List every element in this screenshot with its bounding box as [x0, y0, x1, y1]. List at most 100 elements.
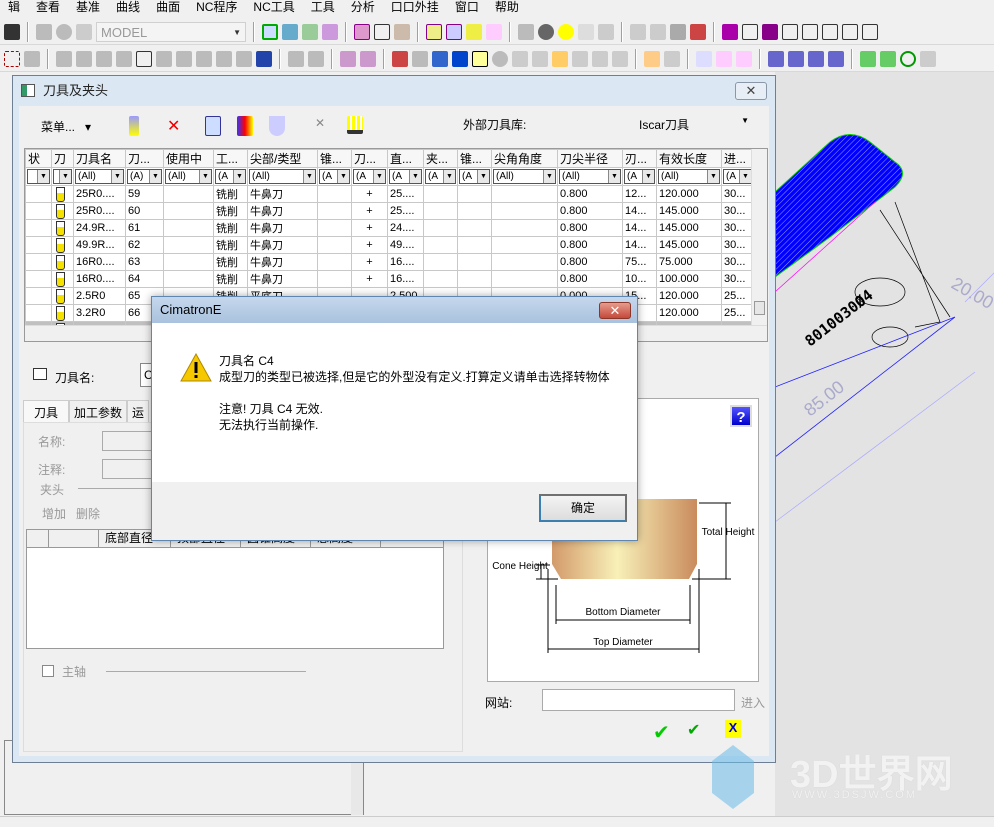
column-header[interactable]: 工...: [213, 149, 248, 168]
axis4-icon[interactable]: [828, 50, 844, 67]
menu-item[interactable]: 辑: [0, 0, 28, 18]
column-header[interactable]: 进...: [721, 149, 754, 168]
table-row[interactable]: 25R0.... 59 铣削 牛鼻刀 +25.... 0.800 12... 120.000 3…: [25, 185, 754, 203]
set-icon[interactable]: [76, 23, 92, 40]
filter10-icon[interactable]: [288, 50, 304, 67]
shaded-view-icon[interactable]: [354, 23, 370, 40]
filter12-icon[interactable]: [340, 50, 356, 67]
add-color-tool-icon[interactable]: [237, 116, 253, 136]
table-row[interactable]: 25R0.... 60 铣削 牛鼻刀 +25.... 0.800 14... 145.000 3…: [25, 202, 754, 220]
column-filter[interactable]: (All) ▼: [75, 169, 124, 184]
add-tool-icon[interactable]: [205, 116, 221, 136]
cube6-icon[interactable]: [822, 23, 838, 40]
column-filter[interactable]: (All) ▼: [559, 169, 621, 184]
filter3-icon[interactable]: [96, 50, 112, 67]
column-filter[interactable]: (A ▼: [353, 169, 386, 184]
filter2-icon[interactable]: [76, 50, 92, 67]
filter6-icon[interactable]: [176, 50, 192, 67]
column-filter[interactable]: (All) ▼: [165, 169, 212, 184]
column-header[interactable]: 直...: [387, 149, 424, 168]
arrow-right-icon[interactable]: [650, 23, 666, 40]
cancel-icon[interactable]: X: [725, 720, 741, 738]
tool7-icon[interactable]: [670, 23, 686, 40]
shape-icon[interactable]: [56, 23, 72, 40]
menu-item[interactable]: 帮助: [487, 0, 527, 18]
bulb-on-icon[interactable]: [558, 23, 574, 40]
table-vertical-scrollbar[interactable]: [751, 149, 767, 327]
line2-icon[interactable]: [880, 50, 896, 67]
clear-filter-icon[interactable]: ✕: [315, 116, 331, 136]
column-filter[interactable]: (A ▼: [389, 169, 422, 184]
surface2-icon[interactable]: [716, 50, 732, 67]
funnel-icon[interactable]: [360, 50, 376, 67]
tab-motion[interactable]: 运: [127, 400, 150, 422]
column-header[interactable]: 状: [25, 149, 52, 168]
table-row[interactable]: 24.9R... 61 铣削 牛鼻刀 +24.... 0.800 14... 145.000 3…: [25, 219, 754, 237]
axis-icon[interactable]: [768, 50, 784, 67]
column-header[interactable]: 有效长度: [656, 149, 722, 168]
column-filter[interactable]: (A ▼: [723, 169, 752, 184]
menu-item[interactable]: NC程序: [188, 0, 245, 18]
column-header[interactable]: 夹...: [423, 149, 458, 168]
tool-icon[interactable]: [426, 23, 442, 40]
column-header[interactable]: 尖角角度: [491, 149, 558, 168]
filter9-icon[interactable]: [236, 50, 252, 67]
filter4-icon[interactable]: [116, 50, 132, 67]
menu-item[interactable]: NC工具: [245, 0, 302, 18]
axis3-icon[interactable]: [808, 50, 824, 67]
light-icon[interactable]: [518, 23, 534, 40]
save-icon[interactable]: [4, 23, 20, 40]
tool3-icon[interactable]: [466, 23, 482, 40]
tool9-icon[interactable]: [512, 50, 528, 67]
tab-tool[interactable]: 刀具: [23, 400, 70, 422]
tool12-icon[interactable]: [592, 50, 608, 67]
column-filter[interactable]: (A ▼: [425, 169, 456, 184]
holder-column-header[interactable]: [27, 530, 49, 547]
column-filter[interactable]: (All) ▼: [493, 169, 556, 184]
column-header[interactable]: 锥...: [317, 149, 352, 168]
tool6-icon[interactable]: [598, 23, 614, 40]
spindle-checkbox[interactable]: [42, 665, 54, 677]
circle-icon[interactable]: [492, 50, 508, 67]
cube4-icon[interactable]: [782, 23, 798, 40]
external-library-dropdown[interactable]: Iscar刀具 ▼: [639, 116, 749, 133]
enter-button[interactable]: 进入: [741, 694, 765, 711]
filter7-icon[interactable]: [196, 50, 212, 67]
add-holder-icon[interactable]: [269, 116, 285, 136]
zoom-plus-icon[interactable]: [302, 23, 318, 40]
properties-icon[interactable]: [452, 50, 468, 67]
menu-item[interactable]: 口口外挂: [383, 0, 447, 18]
3d-viewport[interactable]: 20.00 85.00 8010030Ø4: [774, 72, 994, 817]
column-filter[interactable]: (A ▼: [215, 169, 246, 184]
zoom-icon[interactable]: [282, 23, 298, 40]
menu-item[interactable]: 查看: [28, 0, 68, 18]
column-header[interactable]: 尖部/类型: [247, 149, 318, 168]
tool5-icon[interactable]: [578, 23, 594, 40]
menu-item[interactable]: 分析: [343, 0, 383, 18]
target-icon[interactable]: [900, 50, 916, 67]
cube-icon[interactable]: [722, 23, 738, 40]
sketch-icon[interactable]: [644, 50, 660, 67]
website-input[interactable]: [542, 689, 735, 711]
edit-icon[interactable]: [392, 50, 408, 67]
model-combo[interactable]: MODEL ▼: [96, 21, 246, 42]
column-filter[interactable]: (All) ▼: [658, 169, 720, 184]
add-button[interactable]: 增加: [42, 505, 66, 522]
ok-button[interactable]: 确定: [539, 494, 627, 522]
tab-machining-params[interactable]: 加工参数: [69, 400, 128, 422]
filter5-icon[interactable]: [156, 50, 172, 67]
axis2-icon[interactable]: [788, 50, 804, 67]
cube5-icon[interactable]: [802, 23, 818, 40]
new-tool-icon[interactable]: [129, 116, 139, 136]
column-header[interactable]: 锥...: [457, 149, 492, 168]
menu-dropdown[interactable]: 菜单... ▾: [41, 118, 91, 135]
pick-icon[interactable]: [24, 50, 40, 67]
column-header[interactable]: 刀: [51, 149, 74, 168]
tool4-icon[interactable]: [486, 23, 502, 40]
holder-column-header[interactable]: [49, 530, 99, 547]
filter1-icon[interactable]: [56, 50, 72, 67]
column-header[interactable]: 刃...: [622, 149, 657, 168]
arrow-left-icon[interactable]: [630, 23, 646, 40]
tool13-icon[interactable]: [612, 50, 628, 67]
help-icon[interactable]: [472, 50, 488, 67]
